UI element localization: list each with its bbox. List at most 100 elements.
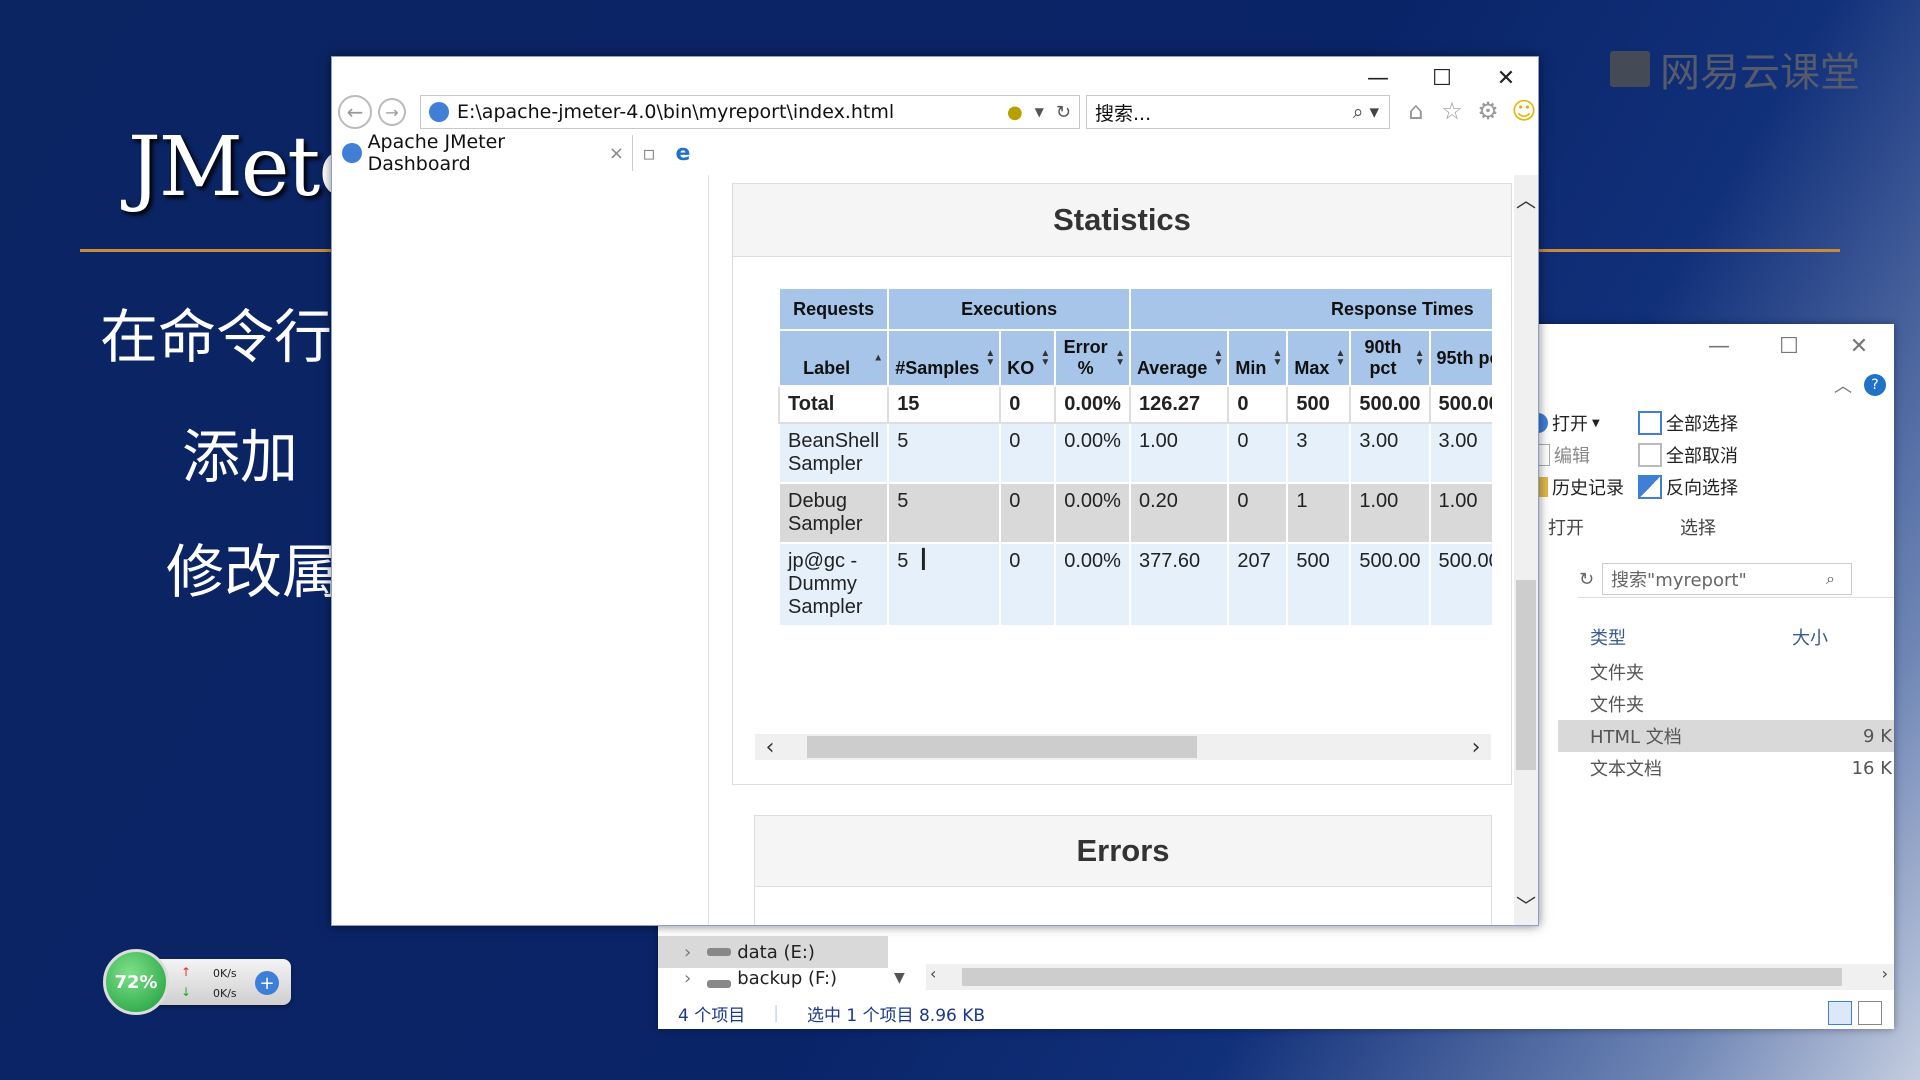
table-horizontal-scrollbar[interactable]: ‹ › — [755, 734, 1491, 760]
feedback-smiley-icon[interactable]: ☺ — [1510, 97, 1538, 125]
network-speed-widget[interactable]: 72% ↑ ↓ 0K/s 0K/s + — [103, 949, 291, 1015]
table-cell: 0.00% — [1054, 422, 1131, 484]
address-bar[interactable]: E:\apache-jmeter-4.0\bin\myreport\index.… — [420, 95, 1080, 129]
refresh-icon[interactable]: ↻ — [1579, 569, 1594, 590]
file-row[interactable]: 文件夹 — [1558, 688, 1894, 720]
col-label[interactable]: Label ▲ — [778, 329, 890, 387]
gear-icon[interactable]: ⚙ — [1474, 97, 1502, 125]
col-max[interactable]: Max ▲ ▼ — [1286, 329, 1352, 387]
table-cell: 0.00% — [1054, 542, 1131, 627]
new-tab-button[interactable]: ▫ — [634, 137, 664, 169]
col-error-pct[interactable]: Error % ▲ ▼ — [1054, 329, 1131, 387]
help-icon[interactable]: ? — [1864, 374, 1886, 396]
compat-icon[interactable]: ● — [1007, 102, 1023, 123]
tree-item-backup-drive[interactable]: › backup (F:) — [658, 968, 888, 992]
column-size[interactable]: 大小 — [1792, 624, 1828, 650]
tree-item-data-drive[interactable]: › data (E:) — [658, 936, 888, 968]
sort-icon: ▲ ▼ — [1040, 348, 1051, 368]
file-row-selected[interactable]: HTML 文档 9 K — [1558, 720, 1894, 752]
tab-close-icon[interactable]: × — [609, 143, 624, 164]
file-row[interactable]: 文件夹 — [1558, 656, 1894, 688]
back-button[interactable]: ← — [338, 95, 372, 129]
col-max-text: Max — [1294, 358, 1330, 378]
col-90th-pct[interactable]: 90th pct ▲ ▼ — [1349, 329, 1431, 387]
search-icon[interactable]: ⌕ — [1826, 569, 1835, 589]
table-cell: 1.00 — [1428, 482, 1492, 544]
tab-title: Apache JMeter Dashboard — [367, 131, 506, 175]
scroll-thumb[interactable] — [1516, 580, 1536, 770]
browser-search-input[interactable]: 搜索... ⌕ ▾ — [1086, 95, 1390, 129]
tree-scroll-down-icon[interactable]: ▼ — [894, 970, 905, 986]
tiles-view-icon[interactable] — [1858, 1001, 1882, 1025]
col-label-text: Label — [803, 358, 851, 378]
table-cell: 500.00 — [1428, 385, 1492, 424]
home-icon[interactable]: ⌂ — [1402, 97, 1430, 125]
scroll-left-icon[interactable]: ‹ — [930, 964, 936, 983]
minimize-button[interactable]: — — [1684, 324, 1754, 368]
col-95th-text: 95th pct — [1436, 347, 1492, 368]
scroll-thumb[interactable] — [962, 968, 1842, 986]
address-url[interactable]: E:\apache-jmeter-4.0\bin\myreport\index.… — [457, 101, 1007, 123]
close-button[interactable]: ✕ — [1474, 57, 1538, 99]
search-icon[interactable]: ⌕ ▾ — [1353, 101, 1379, 123]
scroll-up-icon[interactable]: ︿ — [1514, 183, 1538, 213]
table-cell: 0 — [1227, 385, 1289, 424]
add-icon[interactable]: + — [255, 971, 279, 995]
table-cell: 15 — [887, 385, 1002, 424]
maximize-button[interactable]: ☐ — [1410, 57, 1474, 99]
select-none-label: 全部取消 — [1666, 446, 1738, 467]
page-vertical-scrollbar[interactable]: ︿ ﹀ — [1514, 175, 1538, 925]
text-cursor-icon: I — [919, 543, 928, 578]
favorites-star-icon[interactable]: ☆ — [1438, 97, 1466, 125]
dropdown-icon[interactable]: ▼ — [1035, 105, 1044, 119]
explorer-horizontal-scrollbar[interactable]: ‹ › — [926, 964, 1894, 990]
group-header-executions: Executions — [887, 287, 1131, 331]
brand-logo: 网易云课堂 — [1610, 40, 1860, 98]
errors-panel: Errors — [754, 815, 1492, 925]
ie-logo-button[interactable]: e — [668, 137, 698, 169]
scroll-left-icon[interactable]: ‹ — [755, 734, 785, 760]
chevron-right-icon[interactable]: › — [684, 942, 691, 963]
select-all-button[interactable]: 全部选择 — [1638, 410, 1738, 436]
chevron-right-icon[interactable]: › — [684, 968, 691, 989]
table-cell: jp@gc - Dummy Sampler — [778, 542, 890, 627]
invert-selection-button[interactable]: 反向选择 — [1638, 474, 1738, 500]
col-95th-pct[interactable]: 95th pct▲▼ — [1428, 329, 1492, 387]
scroll-right-icon[interactable]: › — [1882, 964, 1888, 983]
browser-search-placeholder: 搜索... — [1095, 102, 1152, 125]
column-type[interactable]: 类型 — [1590, 624, 1626, 650]
browser-tab-active[interactable]: Apache JMeter Dashboard × — [336, 131, 633, 175]
sort-icon: ▲ ▼ — [1414, 348, 1425, 368]
table-cell: BeanShell Sampler — [778, 422, 890, 484]
collapse-ribbon-icon[interactable]: ︿ — [1834, 372, 1852, 398]
errors-title: Errors — [755, 816, 1491, 887]
col-ko[interactable]: KO ▲ ▼ — [999, 329, 1057, 387]
forward-button[interactable]: → — [378, 98, 406, 126]
col-error-text: Error % — [1063, 337, 1108, 378]
table-cell: 3.00 — [1428, 422, 1492, 484]
table-cell: 0.20 — [1128, 482, 1230, 544]
col-min[interactable]: Min ▲ ▼ — [1227, 329, 1289, 387]
table-cell: 0 — [999, 542, 1057, 627]
maximize-button[interactable]: ☐ — [1754, 324, 1824, 368]
file-size: 9 K — [1863, 725, 1892, 747]
minimize-button[interactable]: — — [1346, 57, 1410, 99]
file-row[interactable]: 文本文档 16 K — [1558, 752, 1894, 784]
scroll-right-icon[interactable]: › — [1461, 734, 1491, 760]
refresh-icon[interactable]: ↻ — [1056, 102, 1071, 123]
history-button[interactable]: 历史记录 — [1528, 474, 1624, 500]
table-cell: 207 — [1227, 542, 1289, 627]
details-view-icon[interactable] — [1828, 1001, 1852, 1025]
close-button[interactable]: ✕ — [1824, 324, 1894, 368]
select-none-button[interactable]: 全部取消 — [1638, 442, 1738, 468]
table-cell: 5 — [887, 542, 1002, 627]
explorer-search-input[interactable]: 搜索"myreport" — [1602, 563, 1852, 595]
col-samples[interactable]: #Samples ▲ ▼ — [887, 329, 1002, 387]
scroll-down-icon[interactable]: ﹀ — [1514, 889, 1538, 919]
scroll-thumb[interactable] — [807, 736, 1197, 758]
address-tools: ● ▼ ↻ — [1007, 102, 1071, 123]
col-samples-text: #Samples — [895, 358, 980, 378]
col-average[interactable]: Average ▲ ▼ — [1128, 329, 1230, 387]
upload-speed: 0K/s — [213, 967, 237, 980]
group-header-requests: Requests — [778, 287, 890, 331]
